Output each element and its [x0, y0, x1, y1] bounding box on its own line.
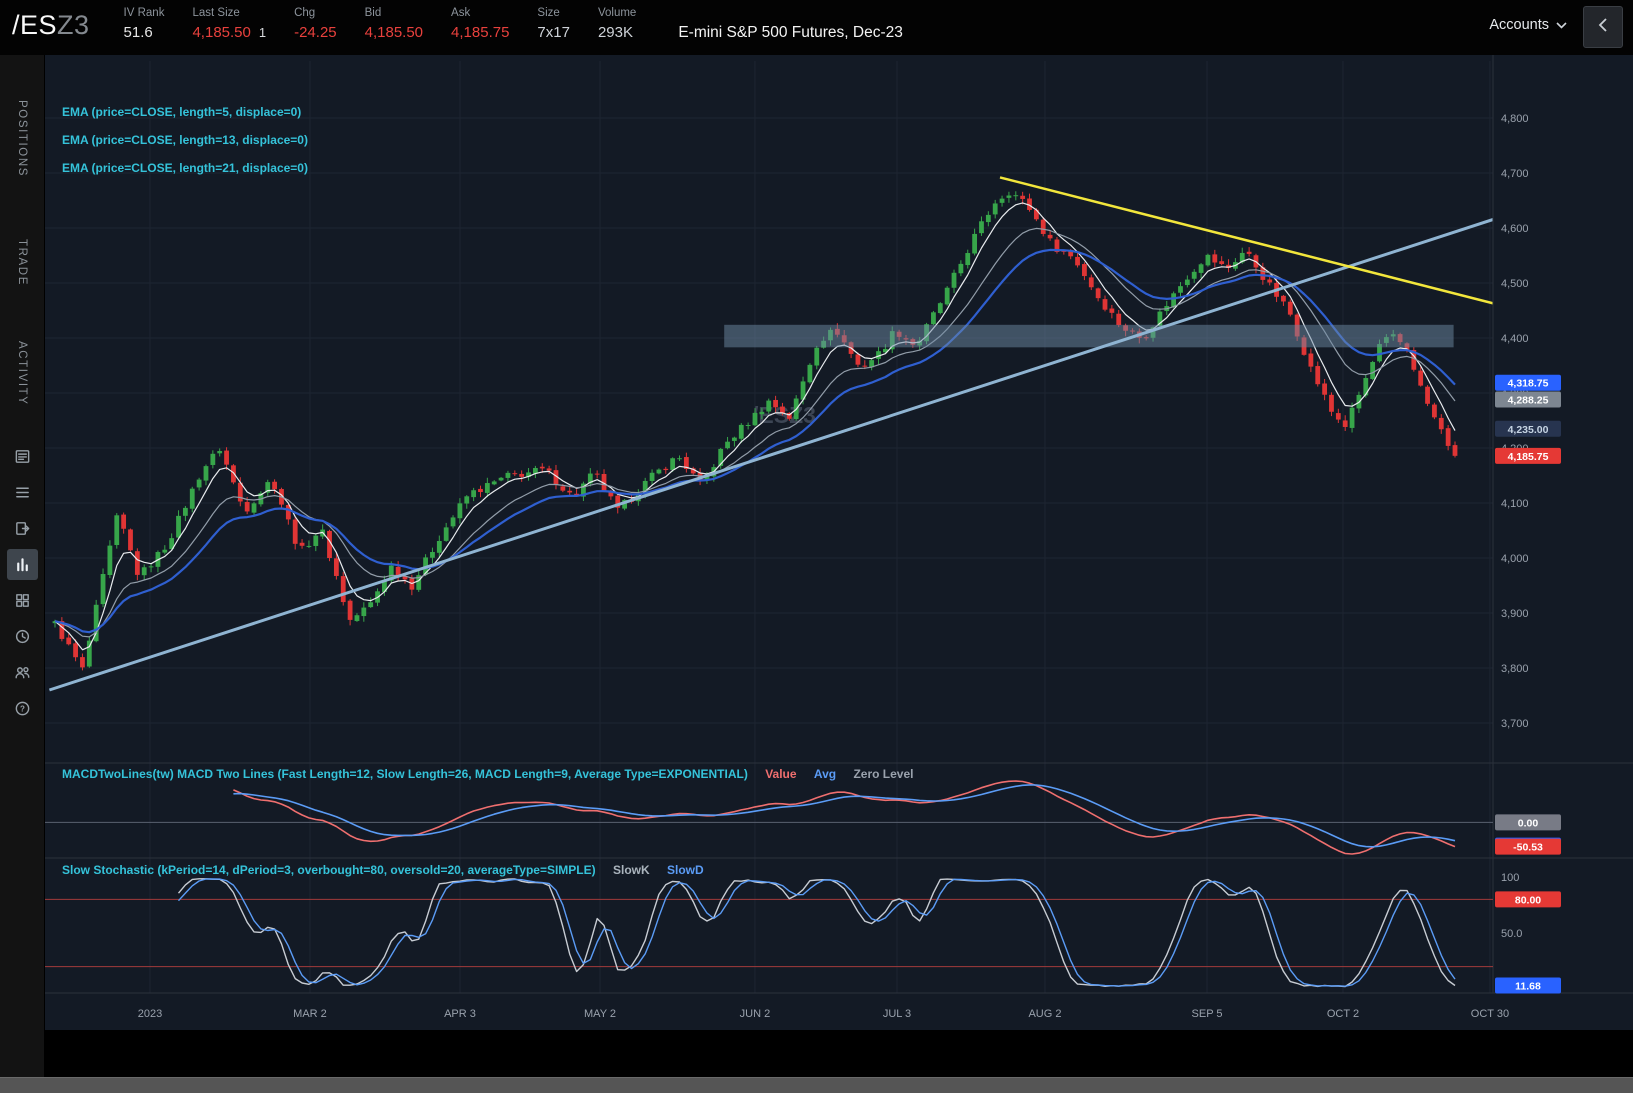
stochastic-study-label[interactable]: Slow Stochastic (kPeriod=14, dPeriod=3, …	[62, 863, 704, 877]
quote-field-extra: 1	[259, 25, 266, 40]
chevron-left-icon	[1597, 17, 1609, 38]
stochastic-legend-slowd: SlowD	[667, 863, 704, 877]
svg-text:4,600: 4,600	[1501, 223, 1529, 235]
quote-field-label: Last Size	[192, 7, 239, 19]
symbol: /ESZ3	[12, 12, 90, 39]
news-icon[interactable]	[7, 441, 38, 472]
svg-text:OCT 30: OCT 30	[1471, 1008, 1509, 1020]
price-chart-canvas[interactable]: 3,7003,8003,9004,0004,1004,2004,3004,400…	[45, 55, 1633, 1077]
svg-text:3,800: 3,800	[1501, 663, 1529, 675]
accounts-dropdown[interactable]: Accounts	[1489, 17, 1567, 33]
macd-title: MACDTwoLines(tw) MACD Two Lines (Fast Le…	[62, 767, 748, 781]
quote-field-label: Ask	[451, 7, 470, 19]
ema-13-study-label[interactable]: EMA (price=CLOSE, length=13, displace=0)	[62, 133, 308, 147]
macd-study-label[interactable]: MACDTwoLines(tw) MACD Two Lines (Fast Le…	[62, 767, 914, 781]
bottom-scrollbar[interactable]	[0, 1077, 1633, 1093]
ema-5-study-label[interactable]: EMA (price=CLOSE, length=5, displace=0)	[62, 105, 301, 119]
svg-text:4,235.00: 4,235.00	[1508, 424, 1549, 436]
macd-legend-value: Value	[765, 767, 796, 781]
collapse-panel-button[interactable]	[1583, 6, 1623, 48]
chevron-down-icon	[1556, 17, 1567, 33]
svg-text:MAR 2: MAR 2	[293, 1008, 327, 1020]
svg-text:4,318.75: 4,318.75	[1508, 378, 1549, 390]
quote-field-value: 7x17	[537, 24, 570, 41]
quote-field-value: 4,185.75	[451, 24, 509, 41]
svg-text:80.00: 80.00	[1515, 894, 1541, 906]
svg-text:50.0: 50.0	[1501, 928, 1522, 940]
svg-text:4,800: 4,800	[1501, 113, 1529, 125]
quote-field: Size 7x17	[537, 7, 570, 41]
quote-field-value: 4,185.501	[192, 24, 266, 41]
quote-field: Volume 293K	[598, 7, 636, 41]
stochastic-legend-slowk: SlowK	[613, 863, 650, 877]
quote-field-label: Chg	[294, 7, 315, 19]
quote-field-value: -24.25	[294, 24, 337, 41]
macd-legend-avg: Avg	[814, 767, 836, 781]
quote-field: Bid 4,185.50	[365, 7, 423, 41]
svg-text:-50.53: -50.53	[1513, 842, 1543, 854]
quote-header: /ESZ3 IV Rank51.6Last Size4,185.501Chg-2…	[0, 0, 1633, 55]
contract-description: E-mini S&P 500 Futures, Dec-23	[678, 24, 903, 42]
grid-icon[interactable]	[7, 585, 38, 616]
left-sidebar: POSITIONS TRADE ACTIVITY ?	[0, 55, 45, 1077]
svg-text:JUL 3: JUL 3	[883, 1008, 911, 1020]
quote-field: Chg -24.25	[294, 7, 337, 41]
svg-text:OCT 2: OCT 2	[1327, 1008, 1359, 1020]
sidebar-tab-activity[interactable]: ACTIVITY	[16, 329, 28, 417]
svg-text:4,185.75: 4,185.75	[1508, 451, 1549, 463]
history-icon[interactable]	[7, 621, 38, 652]
svg-text:4,700: 4,700	[1501, 168, 1529, 180]
svg-text:APR 3: APR 3	[444, 1008, 476, 1020]
quote-fields: IV Rank51.6Last Size4,185.501Chg-24.25Bi…	[124, 0, 637, 41]
svg-text:3,700: 3,700	[1501, 718, 1529, 730]
svg-text:4,400: 4,400	[1501, 333, 1529, 345]
sidebar-tab-positions[interactable]: POSITIONS	[16, 83, 28, 195]
svg-text:3,900: 3,900	[1501, 608, 1529, 620]
svg-text:100: 100	[1501, 872, 1519, 884]
quote-field: IV Rank 51.6	[124, 7, 165, 41]
ema-21-study-label[interactable]: EMA (price=CLOSE, length=21, displace=0)	[62, 161, 308, 175]
macd-legend-zero-level: Zero Level	[853, 767, 913, 781]
quote-field-value: 293K	[598, 24, 633, 41]
svg-text:JUN 2: JUN 2	[740, 1008, 771, 1020]
quote-field-label: IV Rank	[124, 7, 165, 19]
chart-area: 3,7003,8003,9004,0004,1004,2004,3004,400…	[45, 55, 1633, 1077]
stochastic-title: Slow Stochastic (kPeriod=14, dPeriod=3, …	[62, 863, 596, 877]
sidebar-tabs: POSITIONS TRADE ACTIVITY	[16, 83, 28, 437]
symbol-root: /ES	[12, 10, 57, 40]
sidebar-icons: ?	[7, 441, 38, 724]
quote-field-label: Bid	[365, 7, 382, 19]
quote-field-value: 4,185.50	[365, 24, 423, 41]
sidebar-tab-trade[interactable]: TRADE	[16, 225, 28, 299]
people-icon[interactable]	[7, 657, 38, 688]
chart-icon[interactable]	[7, 549, 38, 580]
svg-text:4,288.25: 4,288.25	[1508, 394, 1549, 406]
svg-text:SEP 5: SEP 5	[1192, 1008, 1223, 1020]
svg-text:0.00: 0.00	[1518, 817, 1539, 829]
quote-field-value: 51.6	[124, 24, 153, 41]
svg-text:11.68: 11.68	[1515, 980, 1541, 992]
svg-text:AUG 2: AUG 2	[1028, 1008, 1061, 1020]
symbol-suffix: Z3	[57, 10, 90, 40]
quote-field: Ask 4,185.75	[451, 7, 509, 41]
help-icon[interactable]: ?	[7, 693, 38, 724]
svg-text:MAY 2: MAY 2	[584, 1008, 616, 1020]
svg-text:2023: 2023	[138, 1008, 162, 1020]
svg-text:4,500: 4,500	[1501, 278, 1529, 290]
svg-text:4,000: 4,000	[1501, 553, 1529, 565]
svg-text:4,100: 4,100	[1501, 498, 1529, 510]
list-icon[interactable]	[7, 477, 38, 508]
orders-icon[interactable]	[7, 513, 38, 544]
svg-text:?: ?	[20, 704, 25, 713]
quote-field-label: Volume	[598, 7, 636, 19]
quote-field-label: Size	[537, 7, 559, 19]
quote-field: Last Size 4,185.501	[192, 7, 266, 41]
accounts-label: Accounts	[1489, 17, 1549, 33]
